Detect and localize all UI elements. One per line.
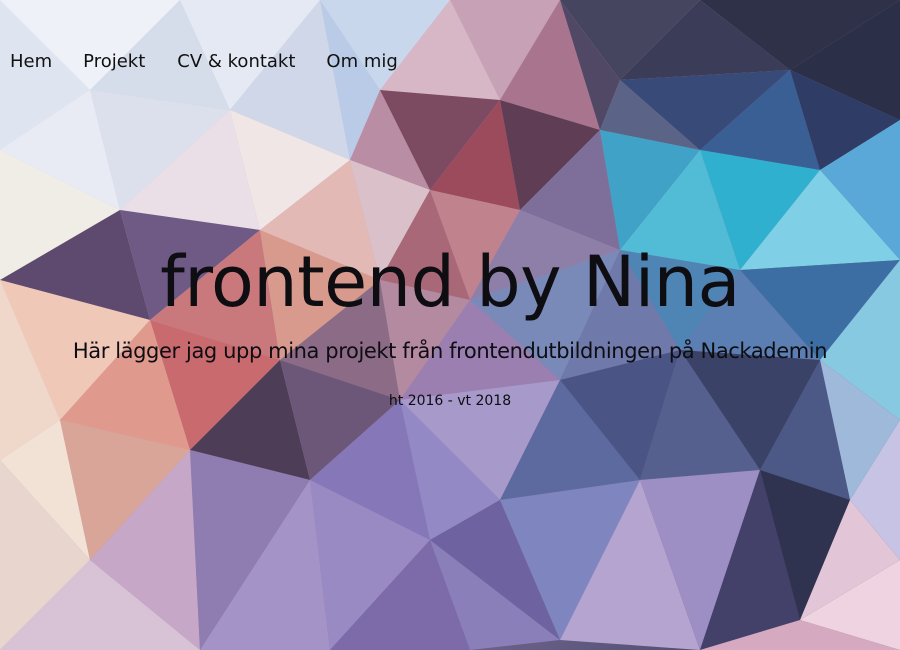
nav-link-hem[interactable]: Hem: [10, 50, 52, 74]
study-period: ht 2016 - vt 2018: [388, 393, 512, 409]
nav-link-cv-kontakt[interactable]: CV & kontakt: [177, 50, 295, 74]
main-nav: Hem Projekt CV & kontakt Om mig: [0, 50, 398, 74]
nav-link-projekt[interactable]: Projekt: [83, 50, 145, 74]
hero: frontend by Nina Här lägger jag upp mina…: [0, 236, 900, 411]
page-subtitle: Här lägger jag upp mina projekt från fro…: [72, 339, 828, 363]
nav-link-om-mig[interactable]: Om mig: [326, 50, 397, 74]
page-title: frontend by Nina: [160, 241, 740, 323]
